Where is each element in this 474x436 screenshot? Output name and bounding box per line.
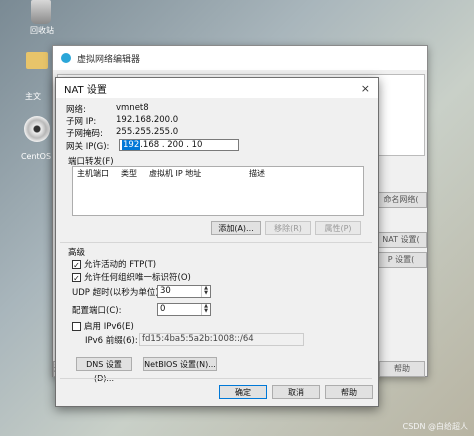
nat-settings-dialog: NAT 设置 × 网络: vmnet8 子网 IP: 192.168.200.0…	[55, 77, 379, 407]
desktop-icon-label: CentOS	[20, 152, 52, 161]
gateway-label: 网关 IP(G):	[66, 142, 110, 152]
gateway-row: 网关 IP(G):	[66, 140, 116, 152]
advanced-label: 高级	[68, 248, 86, 258]
dialog-title: NAT 设置	[64, 84, 107, 96]
dhcp-settings-button[interactable]: P 设置(	[375, 252, 427, 268]
help-button[interactable]: 帮助	[325, 385, 373, 399]
dialog-titlebar: NAT 设置 ×	[56, 78, 378, 98]
cancel-button[interactable]: 取消	[272, 385, 320, 399]
ipv6-prefix-row: IPv6 前缀(6):	[85, 333, 138, 346]
watermark: CSDN @白给超人	[402, 422, 468, 431]
pf-remove-button[interactable]: 移除(R)	[265, 221, 311, 235]
subnet-mask-value: 255.255.255.0	[116, 127, 179, 137]
config-port-stepper[interactable]: 0 ▲ ▼	[157, 303, 211, 316]
ipv6-prefix-input[interactable]: fd15:4ba5:5a2b:1008::/64	[139, 333, 304, 346]
desktop-icon-label: 回收站	[30, 26, 54, 35]
gateway-octet-selected: 192	[122, 140, 141, 150]
stepper-arrows-icon[interactable]: ▲ ▼	[201, 286, 210, 297]
port-forwarding-table[interactable]: 主机端口 类型 虚拟机 IP 地址 描述	[72, 166, 364, 216]
gateway-ip-input[interactable]: 192 .168 . 200 . 10	[119, 139, 239, 151]
subnet-ip-row: 子网 IP: 192.168.200.0	[66, 115, 178, 127]
netbios-settings-button[interactable]: NetBIOS 设置(N)...	[143, 357, 217, 371]
folder-icon	[26, 52, 48, 69]
pf-col-host-port: 主机端口	[77, 168, 109, 178]
close-icon[interactable]: ×	[361, 82, 370, 95]
config-port-row: 配置端口(C):	[72, 303, 121, 316]
pf-col-type: 类型	[121, 168, 137, 178]
subnet-mask-row: 子网掩码: 255.255.255.0	[66, 127, 178, 139]
ok-button[interactable]: 确定	[219, 385, 267, 399]
pf-col-vm-ip: 虚拟机 IP 地址	[149, 168, 202, 178]
enable-ipv6-row[interactable]: 启用 IPv6(E)	[72, 320, 134, 332]
allow-ftp-label: 允许活动的 FTP(T)	[84, 260, 157, 270]
ipv6-prefix-label: IPv6 前缀(6):	[85, 335, 138, 346]
subnet-ip-value: 192.168.200.0	[116, 115, 179, 125]
vne-title: 虚拟网络编辑器	[77, 54, 141, 65]
trash-icon	[31, 0, 51, 24]
udp-timeout-value: 30	[160, 286, 171, 296]
vne-help-button[interactable]: 帮助	[379, 361, 425, 377]
udp-timeout-stepper[interactable]: 30 ▲ ▼	[157, 285, 211, 298]
add-network-button[interactable]: 命名网络(	[375, 192, 427, 208]
allow-ftp-checkbox[interactable]: ✓	[72, 259, 81, 270]
disc-icon	[24, 116, 50, 142]
network-value: vmnet8	[116, 103, 149, 113]
divider	[60, 378, 372, 379]
pf-properties-button[interactable]: 属性(P)	[315, 221, 361, 235]
allow-org-uid-checkbox[interactable]: ✓	[72, 272, 81, 283]
subnet-ip-label: 子网 IP:	[66, 117, 97, 127]
pf-col-description: 描述	[249, 168, 265, 178]
pf-add-button[interactable]: 添加(A)...	[211, 221, 261, 235]
nat-settings-button[interactable]: NAT 设置(	[375, 232, 427, 248]
allow-org-uid-label: 允许任何组织唯一标识符(O)	[84, 273, 191, 283]
allow-ftp-row[interactable]: ✓ 允许活动的 FTP(T)	[72, 258, 156, 270]
pf-header-row: 主机端口 类型 虚拟机 IP 地址 描述	[73, 167, 363, 179]
network-row: 网络: vmnet8	[66, 103, 149, 115]
enable-ipv6-label: 启用 IPv6(E)	[84, 322, 134, 332]
network-label: 网络:	[66, 105, 86, 115]
config-port-value: 0	[160, 304, 166, 314]
allow-org-uid-row[interactable]: ✓ 允许任何组织唯一标识符(O)	[72, 271, 191, 283]
divider	[60, 242, 372, 243]
stepper-arrows-icon[interactable]: ▲ ▼	[201, 304, 210, 315]
gateway-octets-rest: .168 . 200 . 10	[140, 140, 203, 150]
desktop-icon-label: 主文	[25, 92, 41, 101]
config-port-label: 配置端口(C):	[72, 305, 122, 316]
vne-titlebar: 虚拟网络编辑器	[53, 46, 427, 70]
subnet-mask-label: 子网掩码:	[66, 129, 103, 139]
dns-settings-button[interactable]: DNS 设置(D)...	[76, 357, 132, 383]
enable-ipv6-checkbox[interactable]	[72, 321, 81, 331]
vmware-logo-icon	[61, 53, 71, 63]
